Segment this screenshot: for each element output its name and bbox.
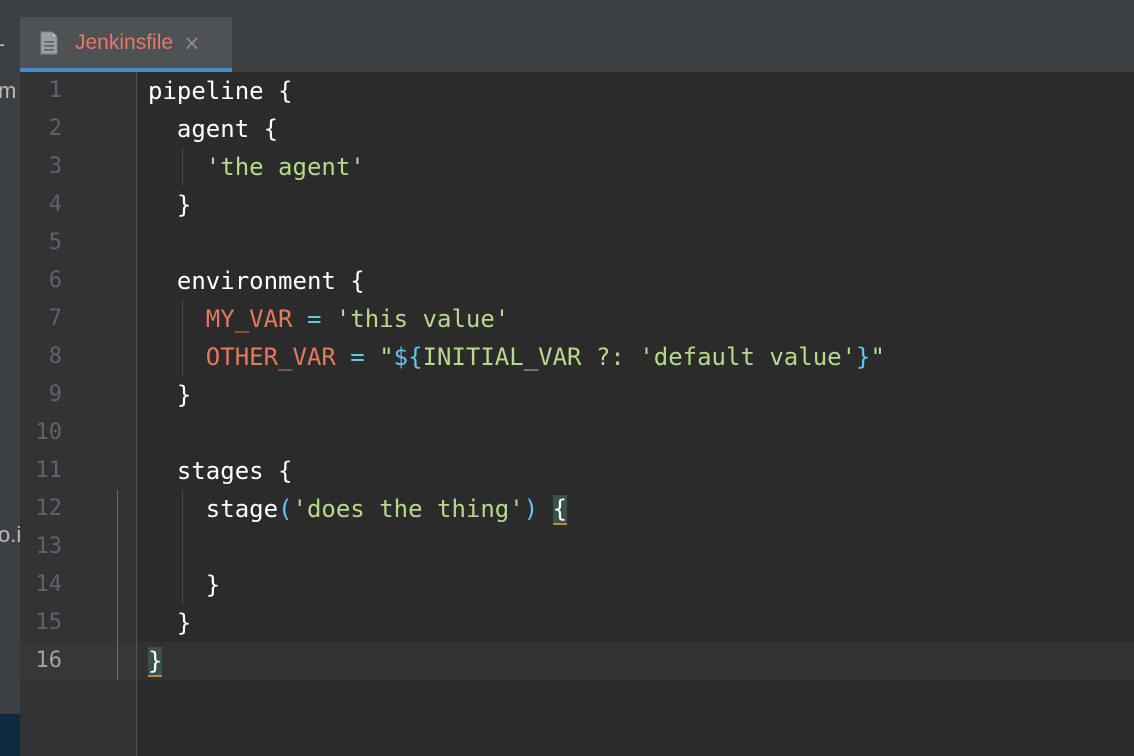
code-token: {: [552, 495, 568, 525]
code-token: 'this value': [335, 305, 510, 333]
code-token: =: [350, 343, 365, 371]
code-token: ": [379, 343, 394, 371]
code-token: =: [306, 305, 322, 333]
code-line[interactable]: MY_VAR = 'this value': [148, 300, 509, 338]
line-number: 7: [48, 306, 62, 331]
code-line[interactable]: }: [148, 376, 191, 414]
code-line[interactable]: stages {: [148, 452, 293, 490]
line-number: 6: [48, 268, 62, 293]
fold-outline: [117, 490, 118, 680]
code-line[interactable]: pipeline {: [148, 72, 293, 110]
code-token: INITIAL_VAR ?: 'default value': [422, 343, 857, 371]
line-number: 15: [35, 610, 63, 635]
code-line[interactable]: OTHER_VAR = "${INITIAL_VAR ?: 'default v…: [148, 338, 885, 376]
code-line[interactable]: }: [148, 566, 220, 604]
code-token: pipeline {: [148, 77, 293, 105]
code-token: ${: [393, 343, 423, 371]
code-line[interactable]: }: [148, 186, 191, 224]
line-number: 4: [48, 192, 62, 217]
line-number: 1: [48, 78, 62, 103]
code-token: }: [148, 571, 221, 599]
code-token: stage: [148, 495, 279, 523]
code-line[interactable]: }: [148, 604, 191, 642]
code-token: }: [856, 343, 871, 371]
code-token: 'the agent': [205, 153, 365, 181]
project-panel-fragment: o.i: [0, 522, 20, 547]
line-number: 14: [35, 572, 63, 597]
tab-jenkinsfile[interactable]: Jenkinsfile ×: [20, 17, 232, 72]
code-token: (: [278, 495, 293, 523]
line-number: 9: [48, 382, 62, 407]
line-number: 8: [48, 344, 62, 369]
tab-title: Jenkinsfile: [75, 30, 174, 54]
code-token: OTHER_VAR: [205, 343, 336, 371]
file-icon: [40, 31, 58, 55]
line-number: 16: [35, 648, 63, 673]
gutter-divider: [136, 72, 137, 756]
line-number: 5: [48, 230, 62, 255]
line-number: 2: [48, 116, 62, 141]
code-line[interactable]: stage('does the thing') {: [148, 490, 568, 528]
code-token: stages {: [148, 457, 293, 485]
code-editor[interactable]: 1 pipeline { 2 agent { 3 'the agent' 4 } 5 6 e…: [20, 72, 1134, 756]
code-token: ": [870, 343, 885, 371]
editor-tab-bar: - Jenkinsfile ×: [0, 17, 1134, 72]
project-panel-selection: [0, 714, 20, 756]
project-panel-fragment: m: [0, 78, 17, 103]
code-line[interactable]: environment {: [148, 262, 365, 300]
code-token: environment {: [148, 267, 365, 295]
code-token: agent {: [148, 115, 279, 143]
line-number: 10: [35, 420, 63, 445]
code-token: }: [148, 191, 192, 219]
code-token: ): [523, 495, 539, 523]
line-number: 12: [35, 496, 63, 521]
close-tab-icon[interactable]: ×: [183, 31, 201, 55]
line-number: 11: [35, 458, 63, 483]
code-token: }: [148, 381, 192, 409]
line-number: 13: [35, 534, 63, 559]
line-number: 3: [48, 154, 62, 179]
project-panel[interactable]: m o.i: [0, 72, 20, 756]
code-token: 'does the thing': [292, 495, 524, 523]
code-token: MY_VAR: [205, 305, 293, 333]
code-token: }: [148, 609, 192, 637]
current-line-highlight: [136, 642, 1134, 680]
title-bar: [0, 0, 1134, 18]
code-line[interactable]: agent {: [148, 110, 278, 148]
code-token: }: [148, 647, 163, 677]
code-line[interactable]: 'the agent': [148, 148, 365, 186]
tab-scroll-left-icon[interactable]: -: [0, 32, 5, 56]
code-line[interactable]: }: [148, 642, 163, 680]
